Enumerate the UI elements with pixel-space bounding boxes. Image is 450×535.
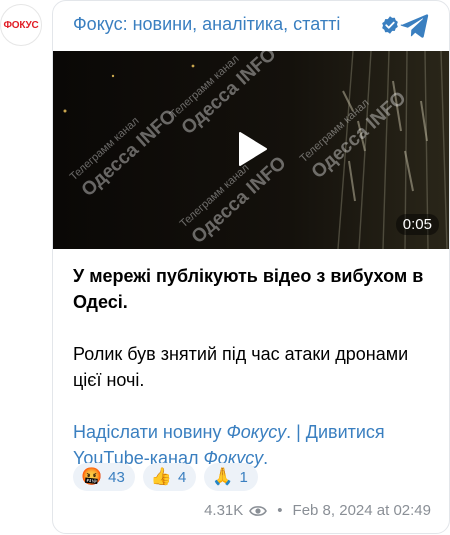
- meta-separator: •: [277, 502, 283, 519]
- reactions-bar: 🤬 43 👍 4 🙏 1: [73, 463, 258, 491]
- telegram-post-card: Фокус: новини, аналітика, статті Телегра…: [52, 0, 450, 534]
- avatar-logo-text: ФОКУС: [3, 19, 39, 31]
- post-headline: У мережі публікують відео з вибухом в Од…: [73, 266, 424, 312]
- post-text: У мережі публікують відео з вибухом в Од…: [73, 263, 433, 471]
- channel-avatar[interactable]: ФОКУС: [0, 4, 42, 46]
- thumbs-up-icon: 👍: [150, 467, 173, 486]
- post-meta: 4.31K • Feb 8, 2024 at 02:49: [204, 502, 431, 519]
- reaction-thumbs-up[interactable]: 👍 4: [142, 463, 197, 491]
- post-header: Фокус: новини, аналітика, статті: [53, 1, 449, 51]
- angry-face-icon: 🤬: [81, 467, 103, 486]
- verified-check-icon: [382, 16, 398, 34]
- reaction-count: 43: [108, 468, 125, 486]
- view-count: 4.31K: [204, 502, 244, 519]
- video-player[interactable]: Телеграмм канал Одесса INFO Телеграмм кан…: [53, 51, 449, 249]
- reaction-angry[interactable]: 🤬 43: [73, 463, 135, 491]
- reaction-count: 1: [239, 468, 248, 486]
- channel-name-link[interactable]: Фокус: новини, аналітика, статті: [73, 14, 340, 35]
- post-body: Ролик був знятий під час атаки дронами ц…: [73, 344, 409, 390]
- play-icon[interactable]: [236, 131, 268, 167]
- video-duration: 0:05: [395, 214, 439, 235]
- eye-icon: [249, 505, 268, 516]
- post-date-link[interactable]: Feb 8, 2024 at 02:49: [293, 502, 431, 519]
- link-separator: . |: [286, 422, 306, 442]
- reaction-pray[interactable]: 🙏 1: [204, 463, 258, 491]
- folded-hands-icon: 🙏: [212, 467, 234, 486]
- telegram-icon[interactable]: [399, 12, 429, 40]
- reaction-count: 4: [178, 468, 187, 486]
- send-news-link[interactable]: Надіслати новину Фокусу: [73, 422, 286, 442]
